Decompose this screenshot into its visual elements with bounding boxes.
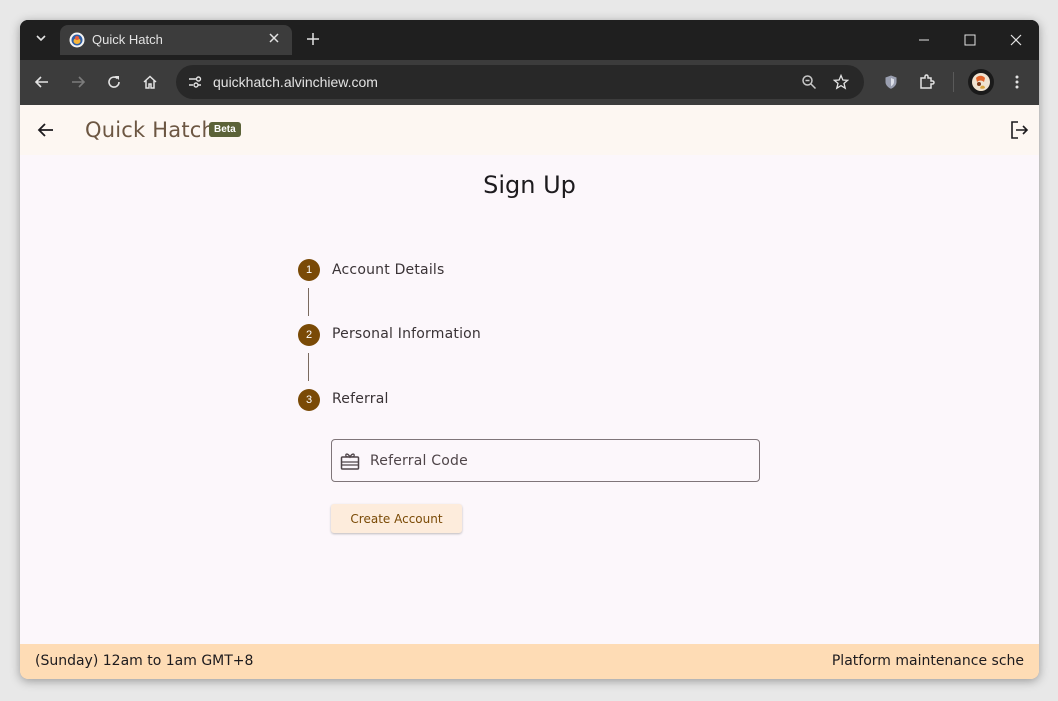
back-arrow-icon[interactable] [34, 118, 58, 142]
minimize-icon[interactable] [901, 26, 947, 54]
referral-code-input[interactable] [368, 450, 752, 472]
step-3-number[interactable]: 3 [298, 389, 320, 411]
maintenance-banner: (Sunday) 12am to 1am GMT+8 Platform main… [20, 644, 1039, 679]
app-bar: Quick Hatch Beta [20, 105, 1039, 155]
home-icon[interactable] [136, 68, 164, 96]
zoom-icon[interactable] [798, 71, 820, 93]
step-connector [308, 288, 309, 316]
toolbar-divider [953, 72, 954, 92]
browser-window: Quick Hatch quickhatch.alvinchiew.com Qu… [20, 20, 1039, 679]
step-2-label[interactable]: Personal Information [332, 326, 481, 342]
extensions-icon[interactable] [913, 68, 941, 96]
create-account-button[interactable]: Create Account [331, 504, 462, 533]
profile-avatar[interactable] [967, 68, 995, 96]
close-icon[interactable] [264, 29, 284, 49]
url-text[interactable]: quickhatch.alvinchiew.com [213, 74, 378, 90]
step-2-number[interactable]: 2 [298, 324, 320, 346]
beta-badge: Beta [209, 122, 241, 137]
browser-tab[interactable]: Quick Hatch [60, 25, 292, 55]
step-3-label[interactable]: Referral [332, 391, 389, 407]
plus-icon[interactable] [302, 28, 324, 50]
reload-icon[interactable] [100, 68, 128, 96]
tab-strip: Quick Hatch [20, 20, 1039, 60]
step-1-number[interactable]: 1 [298, 259, 320, 281]
forward-icon[interactable] [64, 68, 92, 96]
close-window-icon[interactable] [993, 26, 1039, 54]
page-title: Sign Up [483, 171, 576, 199]
site-settings-icon[interactable] [184, 71, 206, 93]
referral-code-field[interactable] [331, 439, 760, 482]
more-vert-icon[interactable] [1003, 68, 1031, 96]
maintenance-schedule-text: (Sunday) 12am to 1am GMT+8 [35, 653, 254, 669]
address-bar[interactable]: quickhatch.alvinchiew.com [176, 65, 864, 99]
tab-search-icon[interactable] [30, 29, 52, 51]
maximize-icon[interactable] [947, 26, 993, 54]
maintenance-title-text: Platform maintenance sche [831, 653, 1024, 669]
star-icon[interactable] [830, 71, 852, 93]
shield-icon[interactable] [877, 68, 905, 96]
step-connector [308, 353, 309, 381]
tab-title: Quick Hatch [92, 32, 163, 47]
page-content: Quick Hatch Beta Sign Up 1 Account Detai… [20, 105, 1039, 679]
back-icon[interactable] [28, 68, 56, 96]
app-title: Quick Hatch [85, 118, 216, 142]
step-1-label[interactable]: Account Details [332, 262, 445, 278]
favicon-icon [69, 32, 85, 48]
logout-icon[interactable] [1007, 118, 1031, 142]
browser-toolbar: quickhatch.alvinchiew.com [20, 60, 1039, 105]
gift-card-icon [340, 451, 360, 471]
